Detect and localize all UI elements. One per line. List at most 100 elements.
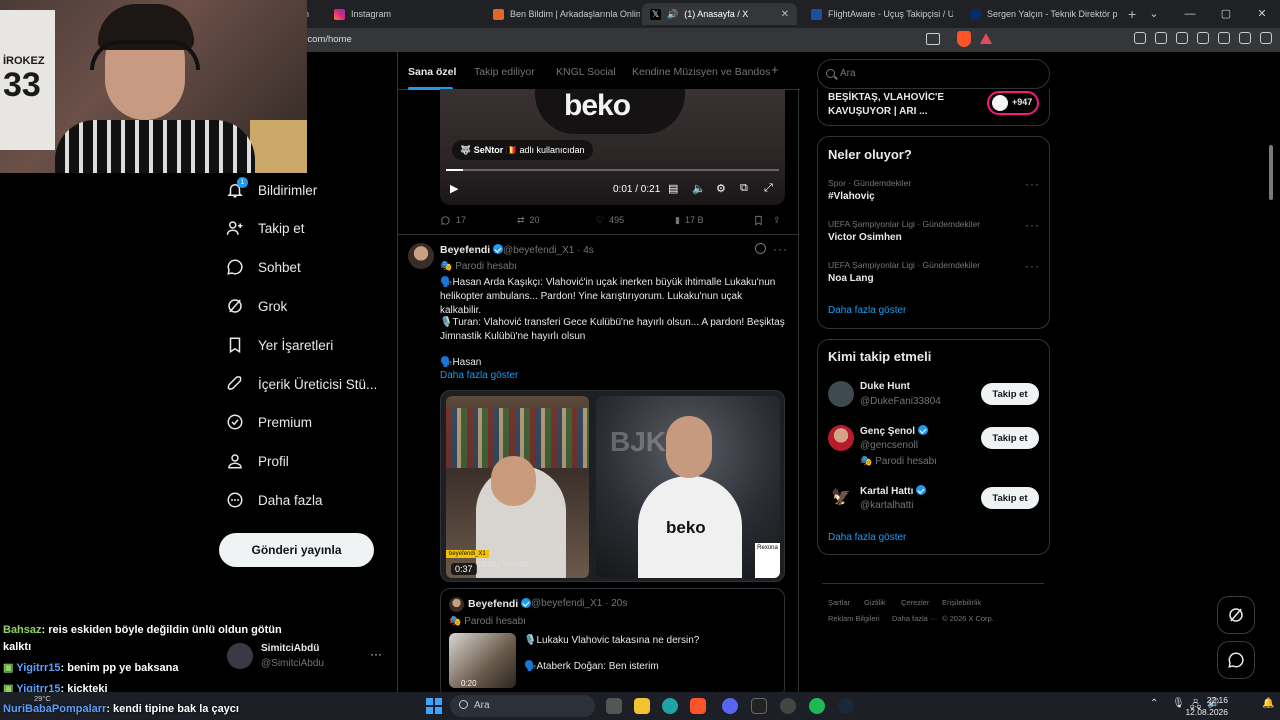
close-window-icon[interactable]: ✕ — [1244, 0, 1280, 28]
footer-accessibility[interactable]: Erişilebilirlik — [942, 598, 981, 607]
nav-grok[interactable]: Grok — [226, 291, 287, 321]
video-progress[interactable] — [446, 169, 779, 171]
footer-cookies[interactable]: Çerezler — [901, 598, 929, 607]
tab-list-bandos[interactable]: Kendine Müzisyen ve Bandos — [632, 66, 770, 78]
cast-icon[interactable] — [926, 33, 940, 45]
suggested-avatar[interactable] — [828, 425, 854, 451]
trends-show-more[interactable]: Daha fazla göster — [828, 305, 906, 316]
epic-games-icon[interactable] — [751, 698, 767, 714]
edge-icon[interactable] — [662, 698, 678, 714]
brave-rewards-icon[interactable] — [980, 33, 992, 44]
media-video-thumb[interactable]: beyefendi_X1 CANLI YAYINI 0:37 — [446, 396, 589, 578]
eagle-avatar[interactable]: 🦅 — [828, 485, 854, 511]
post-button[interactable]: Gönderi yayınla — [219, 533, 374, 567]
spotify-icon[interactable] — [809, 698, 825, 714]
media-image-thumb[interactable]: BJK beko Rexona — [596, 396, 780, 578]
extensions-icon[interactable] — [1134, 32, 1146, 44]
post-handle[interactable]: @beyefendi_X1 · 4s — [503, 245, 594, 256]
suggested-avatar[interactable] — [828, 381, 854, 407]
suggested-name[interactable]: Duke Hunt — [860, 381, 910, 392]
leo-ai-icon[interactable] — [1218, 32, 1230, 44]
file-explorer-icon[interactable] — [634, 698, 650, 714]
footer-ads-info[interactable]: Reklam Bilgileri — [828, 614, 880, 623]
footer-privacy[interactable]: Gizlilik — [864, 598, 886, 607]
address-bar[interactable]: x.com/home — [300, 34, 352, 45]
trend-name[interactable]: Noa Lang — [828, 273, 874, 284]
tab-for-you[interactable]: Sana özel — [408, 66, 456, 78]
tab-flightaware[interactable]: FlightAware - Uçuş Takipçisi / Uçuş — [803, 3, 953, 25]
post-avatar[interactable] — [408, 243, 434, 269]
add-tab-icon[interactable]: + — [771, 62, 779, 77]
settings-icon[interactable]: ⚙ — [716, 182, 726, 195]
tab-sergen[interactable]: Sergen Yalçın - Teknik Direktör prof — [962, 3, 1117, 25]
sidebar-icon[interactable] — [1176, 32, 1188, 44]
tab-list-icon[interactable]: ⌄ — [1136, 0, 1172, 28]
close-tab-icon[interactable]: ✕ — [781, 9, 789, 20]
trend-menu-icon[interactable]: ··· — [1025, 259, 1040, 273]
trend-menu-icon[interactable]: ··· — [1025, 177, 1040, 191]
account-menu-icon[interactable]: ··· — [370, 647, 382, 661]
reply-action[interactable]: 17 — [440, 212, 466, 228]
nav-chat[interactable]: Sohbet — [226, 252, 301, 282]
like-action[interactable]: ♡ 495 — [596, 212, 624, 228]
start-icon[interactable] — [426, 698, 442, 714]
captions-icon[interactable]: ▤ — [668, 182, 678, 195]
discord-icon[interactable] — [722, 698, 738, 714]
follow-button[interactable]: Takip et — [981, 383, 1039, 405]
tab-following[interactable]: Takip ediliyor — [474, 66, 535, 78]
views-action[interactable]: ▮ 17 B — [675, 212, 703, 228]
tab-kngl-social[interactable]: KNGL Social — [556, 66, 616, 78]
page-scrollbar[interactable] — [1269, 145, 1273, 200]
tab-x-home[interactable]: 𝕏 🔊 (1) Anasayfa / X ✕ — [642, 3, 797, 25]
suggested-name[interactable]: Kartal Hattı — [860, 485, 927, 497]
wallet-icon[interactable] — [1197, 32, 1209, 44]
play-icon[interactable]: ▶ — [450, 182, 458, 195]
vpn-icon[interactable] — [1239, 32, 1251, 44]
bookmark-action[interactable] — [753, 212, 764, 228]
grok-explain-icon[interactable] — [755, 243, 766, 254]
notification-icon[interactable]: 🔔 — [1262, 698, 1274, 709]
share-action[interactable]: ⇪ — [773, 212, 781, 228]
fullscreen-icon[interactable]: ⤢ — [764, 182, 773, 195]
minimize-icon[interactable]: — — [1172, 0, 1208, 28]
tab-instagram[interactable]: Instagram — [326, 3, 476, 25]
trend-name[interactable]: Victor Osimhen — [828, 232, 902, 243]
video-player[interactable]: beko 🐺 SeNtor 🇧🇪 adlı kullanıcıdan ▶ 0:0… — [440, 89, 785, 205]
show-more-link[interactable]: Daha fazla göster — [440, 370, 518, 381]
account-avatar[interactable] — [227, 643, 253, 669]
tray-chevron-icon[interactable]: ⌃ — [1150, 698, 1158, 709]
suggested-name[interactable]: Genç Şenol — [860, 425, 929, 437]
trend-menu-icon[interactable]: ··· — [1025, 218, 1040, 232]
post-media[interactable]: beyefendi_X1 CANLI YAYINI 0:37 BJK beko … — [440, 390, 785, 582]
footer-more[interactable]: Daha fazla ··· — [892, 614, 937, 623]
brave-shields-icon[interactable] — [957, 31, 971, 47]
weather-temp[interactable]: 29°C — [34, 694, 51, 703]
maximize-icon[interactable]: ▢ — [1208, 0, 1244, 28]
grok-fab[interactable] — [1217, 596, 1255, 634]
footer-terms[interactable]: Şartlar — [828, 598, 850, 607]
pip-icon[interactable]: ⧉ — [740, 182, 748, 195]
post-author[interactable]: Beyefendi — [440, 244, 504, 256]
music-icon[interactable] — [1155, 32, 1167, 44]
taskbar-clock[interactable]: 22:16 12.08.2026 — [1185, 694, 1228, 718]
taskbar-search[interactable]: Ara — [450, 695, 595, 717]
nav-more[interactable]: Daha fazla — [226, 485, 323, 515]
nav-creator-studio[interactable]: İçerik Üreticisi Stü... — [226, 369, 377, 399]
repost-action[interactable]: ⇄ 20 — [517, 212, 540, 228]
nav-profile[interactable]: Profil — [226, 446, 289, 476]
tab-ben-bildim[interactable]: Ben Bildim | Arkadaşlarınla Online B — [485, 3, 640, 25]
messages-fab[interactable] — [1217, 641, 1255, 679]
app-icon[interactable] — [780, 698, 796, 714]
nav-follow[interactable]: Takip et — [226, 213, 305, 243]
brave-icon[interactable] — [690, 698, 706, 714]
steam-icon[interactable] — [838, 698, 854, 714]
nav-bookmarks[interactable]: Yer İşaretleri — [226, 330, 333, 360]
task-view-icon[interactable] — [606, 698, 622, 714]
volume-icon[interactable]: 🔈 — [692, 182, 706, 195]
follow-button[interactable]: Takip et — [981, 487, 1039, 509]
trend-name[interactable]: #Vlahoviç — [828, 191, 875, 202]
post-menu-icon[interactable]: ··· — [773, 242, 788, 256]
microphone-icon[interactable]: 🎙 — [1172, 698, 1185, 709]
follow-button[interactable]: Takip et — [981, 427, 1039, 449]
menu-icon[interactable] — [1260, 32, 1272, 44]
